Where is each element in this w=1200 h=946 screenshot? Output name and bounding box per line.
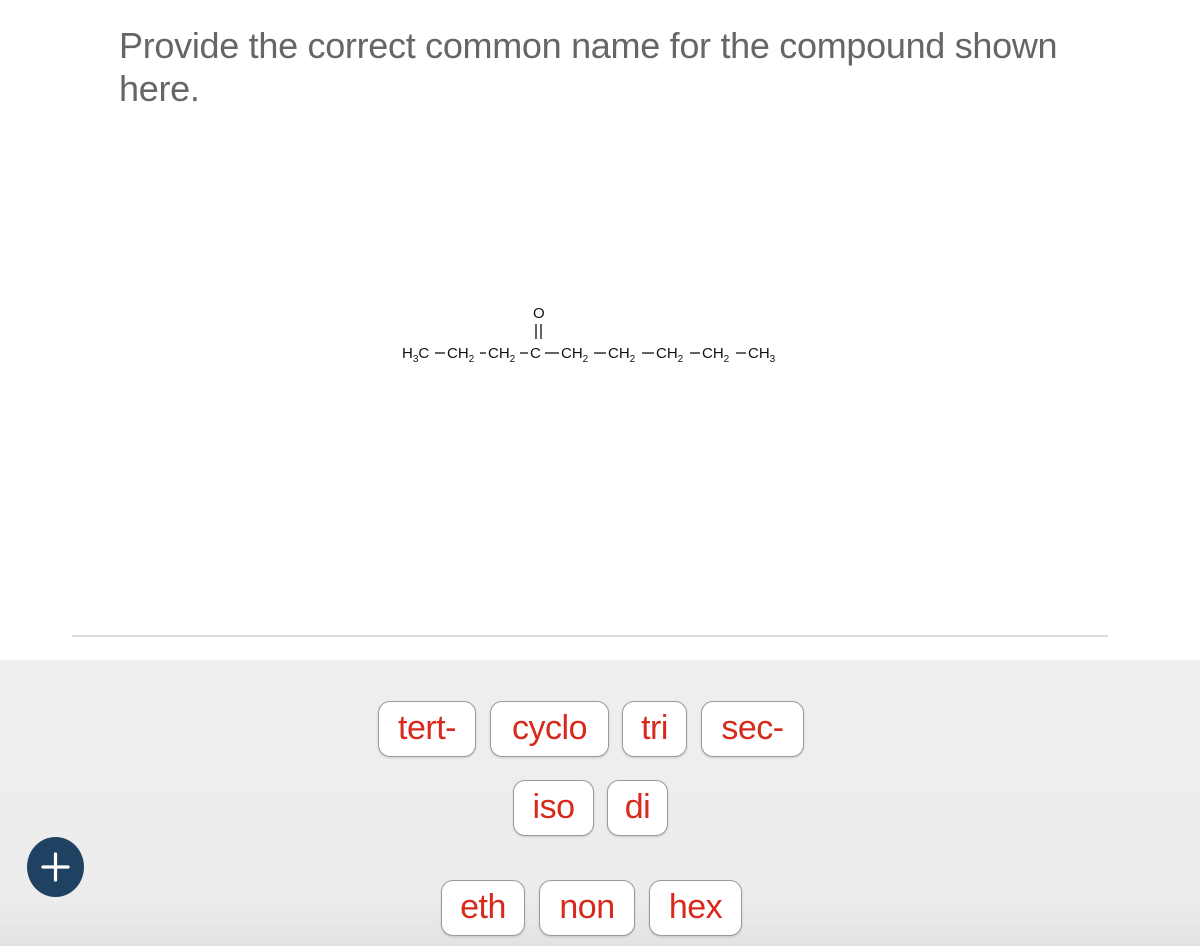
tile-non[interactable]: non [539, 880, 635, 936]
tile-cyclo[interactable]: cyclo [490, 701, 609, 757]
carbonyl-carbon: C [530, 345, 541, 362]
tile-hex[interactable]: hex [649, 880, 742, 936]
chain-atom-9: CH3 [748, 345, 776, 365]
tile-tri[interactable]: tri [622, 701, 687, 757]
chain-atom-3: CH2 [488, 345, 516, 365]
chain-atom-5: CH2 [561, 345, 589, 365]
chain-atom-1: H3C [402, 345, 429, 365]
tile-iso[interactable]: iso [513, 780, 594, 836]
tile-eth[interactable]: eth [441, 880, 525, 936]
question-prompt: Provide the correct common name for the … [119, 25, 1058, 109]
tile-tert[interactable]: tert- [378, 701, 476, 757]
add-button[interactable] [27, 837, 84, 897]
divider [72, 635, 1108, 637]
tile-di[interactable]: di [607, 780, 668, 836]
carbonyl-oxygen: O [533, 305, 545, 322]
chain-atom-6: CH2 [608, 345, 636, 365]
chemical-structure: O H3C CH2 CH2 C CH2 CH2 CH2 CH2 CH3 [402, 302, 782, 372]
chain-atom-2: CH2 [447, 345, 475, 365]
chain-atom-7: CH2 [656, 345, 684, 365]
plus-icon [41, 852, 70, 882]
chain-atom-8: CH2 [702, 345, 730, 365]
structure-svg: O H3C CH2 CH2 C CH2 CH2 CH2 CH2 CH3 [402, 305, 776, 365]
tile-sec[interactable]: sec- [701, 701, 804, 757]
